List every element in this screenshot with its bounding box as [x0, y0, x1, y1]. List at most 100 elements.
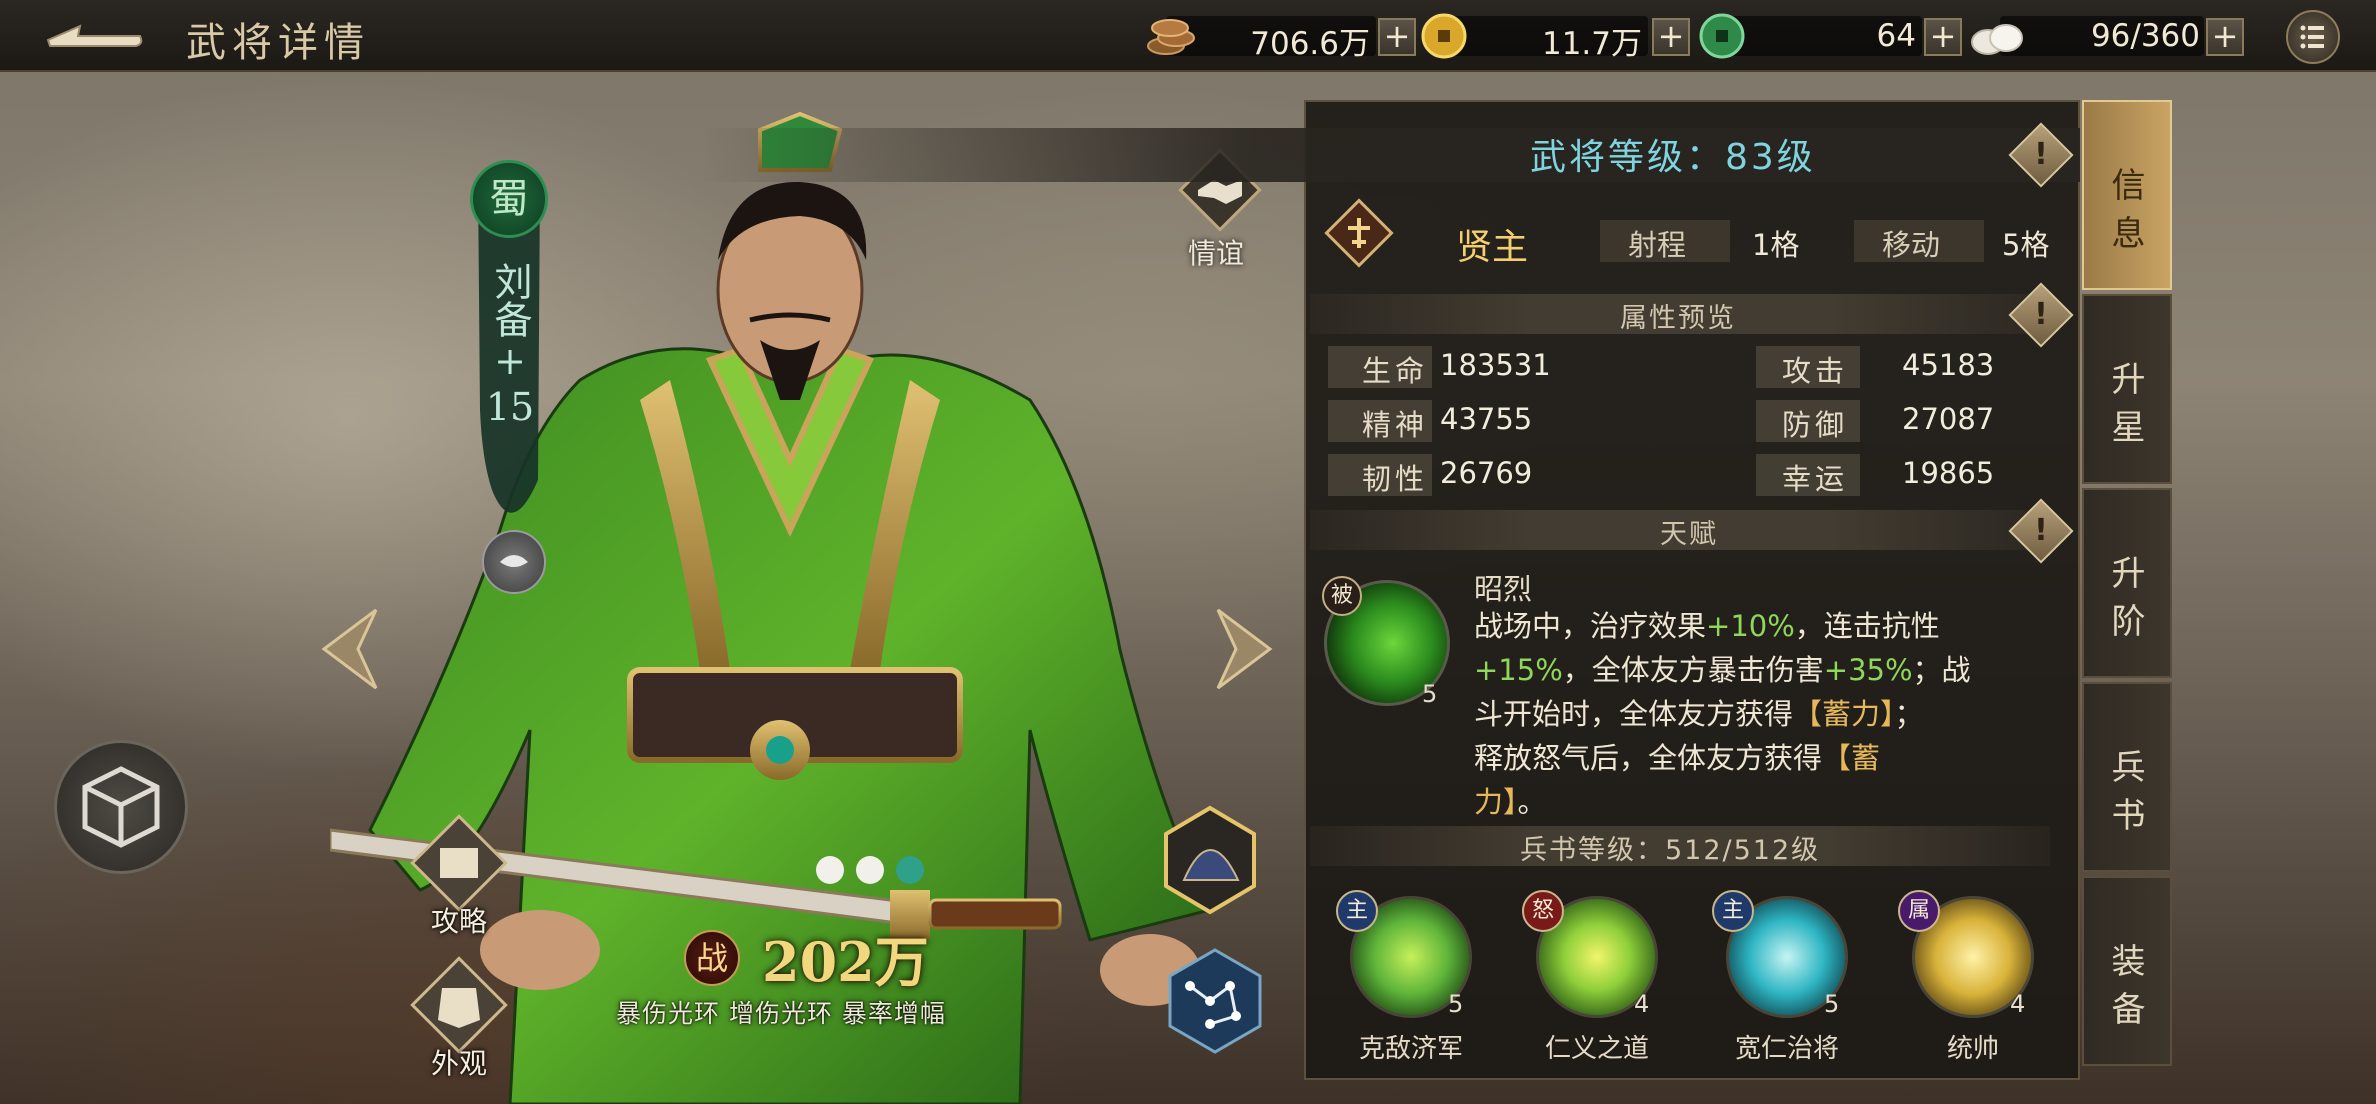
arrow-right-icon	[1216, 608, 1273, 690]
book-level: 5	[1824, 990, 1840, 1018]
attr-section-title: 属性预览	[1620, 303, 1736, 334]
next-hero-button[interactable]	[1210, 604, 1276, 694]
power-badge: 战	[684, 930, 740, 986]
attr-value: 183531	[1440, 348, 1551, 382]
talent-level: 5	[1422, 680, 1438, 708]
exclamation-icon: !	[2034, 137, 2048, 172]
buff-link[interactable]: 力】	[1474, 785, 1518, 819]
voice-button[interactable]	[482, 530, 546, 594]
top-bar: 武将详情 706.6万 + 11.7万 + 64 + 96/360 +	[0, 0, 2376, 72]
book-level: 4	[2010, 990, 2026, 1018]
menu-button[interactable]	[2286, 10, 2340, 64]
tab-war-book[interactable]: 兵书	[2082, 682, 2172, 872]
tab-info[interactable]: 信息	[2082, 100, 2172, 290]
book-skill-1[interactable]: 主 5 克敌济军	[1336, 890, 1476, 1064]
stamina-bun-icon	[1971, 24, 2023, 55]
jade-coin-icon	[1699, 13, 1745, 59]
book-name: 仁义之道	[1544, 1034, 1649, 1064]
buff-link[interactable]: 【蓄	[1822, 741, 1880, 775]
book-skill-2[interactable]: 怒 4 仁义之道	[1522, 890, 1662, 1064]
constellation-button[interactable]	[1160, 946, 1270, 1056]
move-label: 移动	[1882, 228, 1941, 262]
resource-stamina: 96/360 +	[1970, 12, 2252, 60]
role-icon	[1322, 196, 1396, 270]
gold-coin-icon	[1421, 13, 1467, 59]
attr-label: 生命	[1362, 354, 1429, 388]
friendship-label: 情谊	[1188, 237, 1245, 270]
move-value: 5格	[2002, 228, 2050, 262]
book-section-title: 兵书等级：512/512级	[1520, 835, 1821, 866]
aura-list: 暴伤光环 增伤光环 暴率增幅	[616, 999, 946, 1028]
add-stamina-button[interactable]: +	[2206, 18, 2244, 56]
add-jade-button[interactable]: +	[1924, 18, 1962, 56]
stamina-value: 96/360	[2090, 18, 2200, 54]
attr-label: 防御	[1782, 408, 1849, 442]
book-level: 4	[1634, 990, 1650, 1018]
cube-icon	[82, 766, 160, 848]
add-gold-button[interactable]: +	[1652, 18, 1690, 56]
hero-level: 武将等级：83级	[1530, 137, 1816, 178]
book-tag: 主	[1712, 890, 1754, 932]
talent-description: 战场中，治疗效果+10%，连击抗性 +15%，全体友方暴击伤害+35%；战 斗开…	[1474, 609, 1971, 819]
voice-icon	[500, 555, 528, 567]
combat-power: 202万	[762, 930, 929, 994]
resource-coins: 706.6万 +	[1146, 12, 1420, 62]
attr-value: 27087	[1902, 402, 1995, 436]
jade-value: 64	[1876, 18, 1916, 54]
talent-section-title: 天赋	[1660, 519, 1718, 550]
attr-label: 攻击	[1782, 354, 1849, 388]
page-title: 武将详情	[186, 20, 370, 66]
coins-value: 706.6万	[1250, 26, 1370, 62]
attr-value: 26769	[1440, 456, 1533, 490]
talent-type-badge: 被	[1322, 576, 1362, 616]
back-arrow-icon	[46, 24, 143, 47]
range-value: 1格	[1752, 228, 1800, 262]
tab-rank-up[interactable]: 升阶	[2082, 488, 2172, 678]
book-level: 5	[1448, 990, 1464, 1018]
book-name: 统帅	[1946, 1034, 1999, 1064]
book-tag: 属	[1898, 890, 1940, 932]
attr-label: 韧性	[1362, 462, 1429, 496]
book-skill-3[interactable]: 主 5 宽仁治将	[1712, 890, 1852, 1064]
list-menu-icon	[2300, 25, 2324, 49]
attr-label: 幸运	[1782, 462, 1849, 496]
book-tag: 怒	[1522, 890, 1564, 932]
attr-value: 43755	[1440, 402, 1533, 436]
attr-value: 19865	[1902, 456, 1995, 490]
tab-equipment[interactable]: 装备	[2082, 876, 2172, 1066]
gold-value: 11.7万	[1541, 26, 1642, 62]
fan-icon	[1164, 805, 1256, 915]
arrow-left-icon	[321, 608, 378, 690]
book-tag: 主	[1336, 890, 1378, 932]
attr-label: 精神	[1362, 408, 1429, 442]
level-strip	[700, 128, 2080, 182]
equipped-fan-item[interactable]	[1150, 800, 1270, 920]
talent-name: 昭烈	[1474, 572, 1533, 606]
coins-icon	[1147, 19, 1195, 55]
back-button[interactable]	[40, 14, 150, 58]
add-coins-button[interactable]: +	[1378, 18, 1416, 56]
constellation-icon	[1168, 948, 1262, 1054]
exclamation-icon: !	[2034, 297, 2048, 332]
appearance-label: 外观	[430, 1047, 487, 1080]
strategy-label: 攻略	[430, 905, 487, 938]
faction-emblem: 蜀	[470, 160, 548, 238]
range-label: 射程	[1628, 228, 1687, 262]
hero-name: 刘备 + 15	[478, 262, 542, 430]
resource-jade: 64 +	[1696, 12, 1966, 60]
book-skill-4[interactable]: 属 4 统帅	[1898, 890, 2038, 1064]
strategy-button[interactable]: 攻略	[404, 808, 514, 938]
appearance-button[interactable]: 外观	[404, 950, 514, 1080]
attr-value: 45183	[1902, 348, 1995, 382]
hero-plus-level: 15	[485, 385, 535, 429]
resource-gold: 11.7万 +	[1418, 12, 1694, 62]
book-name: 宽仁治将	[1734, 1034, 1839, 1064]
book-name: 克敌济军	[1358, 1034, 1463, 1064]
role-name: 贤主	[1456, 227, 1529, 268]
tab-star-up[interactable]: 升星	[2082, 294, 2172, 484]
hero-plus-sign: +	[494, 339, 526, 383]
exclamation-icon: !	[2034, 513, 2048, 548]
cube-view-button[interactable]	[54, 740, 188, 874]
prev-hero-button[interactable]	[318, 604, 384, 694]
buff-link[interactable]: 【蓄力】	[1793, 697, 1895, 731]
